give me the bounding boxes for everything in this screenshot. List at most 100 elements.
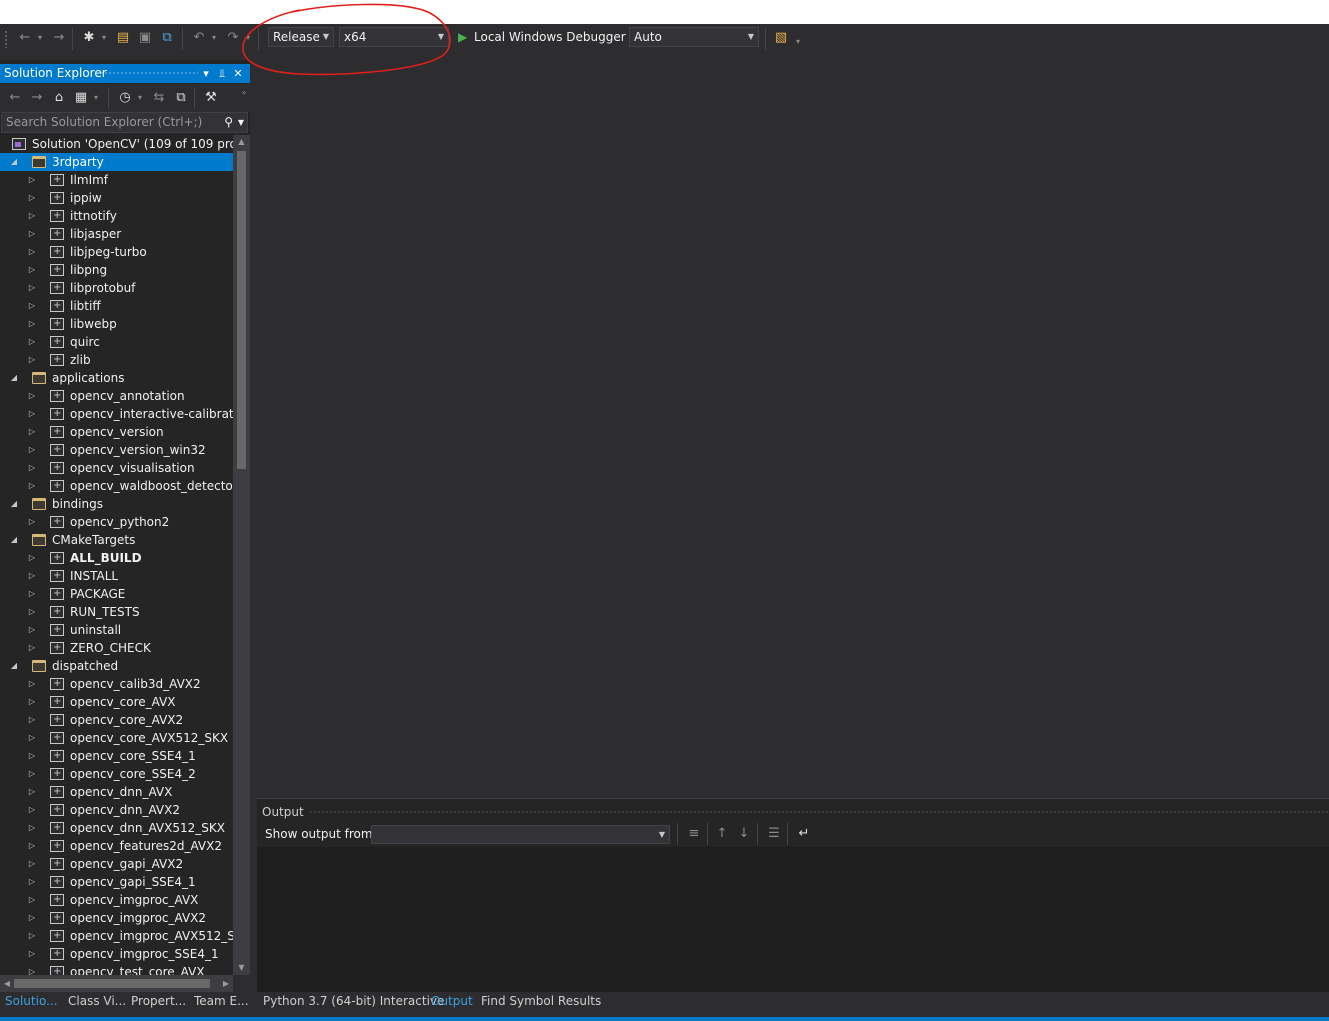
expand-arrow-icon[interactable]: ▷ (26, 855, 38, 873)
expand-arrow-icon[interactable]: ▷ (26, 261, 38, 279)
pin-icon[interactable]: ⫫ (215, 64, 229, 83)
expand-arrow-icon[interactable]: ▷ (26, 189, 38, 207)
save-icon[interactable]: ▣ (136, 29, 154, 47)
expand-arrow-icon[interactable]: ▷ (26, 711, 38, 729)
tab-output[interactable]: Output (426, 992, 478, 1012)
navigate-forward-icon[interactable]: → (50, 29, 68, 47)
solution-folder-row[interactable]: ◢ CMakeTargets (0, 531, 233, 549)
next-message-icon[interactable]: ↓ (735, 825, 753, 843)
expand-arrow-icon[interactable]: ▷ (26, 423, 38, 441)
collapse-arrow-icon[interactable]: ◢ (8, 531, 20, 549)
project-row[interactable]: ▷ opencv_core_AVX (0, 693, 233, 711)
project-row[interactable]: ▷ libwebp (0, 315, 233, 333)
switch-views-icon[interactable]: ▦ (72, 89, 90, 107)
solution-search-input[interactable]: Search Solution Explorer (Ctrl+;) ⚲ ▼ (1, 112, 248, 133)
expand-arrow-icon[interactable]: ▷ (26, 963, 38, 975)
project-row[interactable]: ▷ opencv_features2d_AVX2 (0, 837, 233, 855)
scroll-down-icon[interactable]: ▼ (233, 961, 250, 975)
project-row[interactable]: ▷ opencv_core_SSE4_1 (0, 747, 233, 765)
redo-icon[interactable]: ↷ (224, 29, 242, 47)
expand-arrow-icon[interactable]: ▷ (26, 819, 38, 837)
project-row[interactable]: ▷ opencv_core_AVX512_SKX (0, 729, 233, 747)
expand-arrow-icon[interactable]: ▷ (26, 225, 38, 243)
collapse-arrow-icon[interactable]: ◢ (8, 153, 20, 171)
toolbar-grip[interactable] (4, 30, 8, 48)
expand-arrow-icon[interactable]: ▷ (26, 765, 38, 783)
expand-arrow-icon[interactable]: ▷ (26, 747, 38, 765)
project-row[interactable]: ▷ quirc (0, 333, 233, 351)
solution-explorer-title-bar[interactable]: Solution Explorer ▾ ⫫ ✕ (0, 64, 250, 83)
new-project-icon[interactable]: ✱ (80, 29, 98, 47)
expand-arrow-icon[interactable]: ▷ (26, 837, 38, 855)
project-row[interactable]: ▷ opencv_gapi_SSE4_1 (0, 873, 233, 891)
expand-arrow-icon[interactable]: ▷ (26, 891, 38, 909)
expand-arrow-icon[interactable]: ▷ (26, 459, 38, 477)
collapse-arrow-icon[interactable]: ◢ (8, 369, 20, 387)
scrollbar-thumb[interactable] (14, 979, 210, 988)
expand-arrow-icon[interactable]: ▷ (26, 477, 38, 495)
project-row[interactable]: ▷ opencv_version_win32 (0, 441, 233, 459)
project-row[interactable]: ▷ opencv_imgproc_AVX2 (0, 909, 233, 927)
configuration-select[interactable]: Release ▼ (268, 27, 334, 47)
expand-arrow-icon[interactable]: ▷ (26, 603, 38, 621)
attach-mode-select[interactable]: Auto ▼ (629, 27, 759, 47)
expand-arrow-icon[interactable]: ▷ (26, 693, 38, 711)
window-position-icon[interactable]: ▾ (199, 64, 213, 83)
expand-arrow-icon[interactable]: ▷ (26, 621, 38, 639)
tab-find-symbol-results[interactable]: Find Symbol Results (476, 992, 606, 1012)
scroll-right-icon[interactable]: ▶ (219, 975, 233, 992)
project-row[interactable]: ▷ opencv_dnn_AVX512_SKX (0, 819, 233, 837)
project-row[interactable]: ▷ opencv_gapi_AVX2 (0, 855, 233, 873)
show-output-from-select[interactable]: ▼ (371, 825, 670, 844)
find-message-in-code-icon[interactable]: ≡ (685, 825, 703, 843)
tab-team-explorer[interactable]: Team E... (189, 992, 254, 1012)
expand-arrow-icon[interactable]: ▷ (26, 333, 38, 351)
expand-arrow-icon[interactable]: ▷ (26, 585, 38, 603)
platform-select[interactable]: x64 ▼ (339, 27, 449, 47)
navigate-back-icon[interactable]: ← (16, 29, 34, 47)
tab-class-view[interactable]: Class Vi... (63, 992, 131, 1012)
expand-arrow-icon[interactable]: ▷ (26, 171, 38, 189)
project-row[interactable]: ▷ IlmImf (0, 171, 233, 189)
clear-all-icon[interactable]: ☰ (765, 825, 783, 843)
collapse-all-icon[interactable]: ⧉ (172, 89, 190, 107)
toolbar-options-icon[interactable]: ▾ (794, 33, 802, 51)
expand-arrow-icon[interactable]: ▷ (26, 441, 38, 459)
expand-arrow-icon[interactable]: ▷ (26, 675, 38, 693)
expand-arrow-icon[interactable]: ▷ (26, 927, 38, 945)
expand-arrow-icon[interactable]: ▷ (26, 315, 38, 333)
expand-arrow-icon[interactable]: ▷ (26, 279, 38, 297)
undo-icon[interactable]: ↶ (190, 29, 208, 47)
solution-root-row[interactable]: Solution 'OpenCV' (109 of 109 projects (0, 135, 233, 153)
forward-icon[interactable]: → (28, 89, 46, 107)
project-row[interactable]: ▷ opencv_imgproc_SSE4_1 (0, 945, 233, 963)
project-row[interactable]: ▷ ippiw (0, 189, 233, 207)
project-row[interactable]: ▷ opencv_dnn_AVX (0, 783, 233, 801)
expand-arrow-icon[interactable]: ▷ (26, 207, 38, 225)
solution-folder-row[interactable]: ◢ bindings (0, 495, 233, 513)
expand-arrow-icon[interactable]: ▷ (26, 243, 38, 261)
project-row[interactable]: ▷ opencv_imgproc_AVX (0, 891, 233, 909)
expand-arrow-icon[interactable]: ▷ (26, 351, 38, 369)
scroll-up-icon[interactable]: ▲ (233, 135, 250, 149)
project-row[interactable]: ▷ libjasper (0, 225, 233, 243)
project-row[interactable]: ▷ libjpeg-turbo (0, 243, 233, 261)
tab-properties[interactable]: Propert... (126, 992, 191, 1012)
project-row[interactable]: ▷ ALL_BUILD (0, 549, 233, 567)
project-row[interactable]: ▷ uninstall (0, 621, 233, 639)
collapse-arrow-icon[interactable]: ◢ (8, 495, 20, 513)
project-row[interactable]: ▷ ittnotify (0, 207, 233, 225)
editor-area[interactable] (250, 60, 1329, 798)
redo-dropdown-icon[interactable]: ▾ (244, 29, 252, 47)
expand-arrow-icon[interactable]: ▷ (26, 783, 38, 801)
tab-solution-explorer[interactable]: Solutio... (0, 992, 63, 1012)
project-row[interactable]: ▷ opencv_version (0, 423, 233, 441)
switch-views-dropdown-icon[interactable]: ▾ (92, 89, 100, 107)
search-options-icon[interactable]: ▼ (238, 113, 244, 132)
project-row[interactable]: ▷ zlib (0, 351, 233, 369)
solution-folder-row[interactable]: ◢ 3rdparty (0, 153, 233, 171)
expand-arrow-icon[interactable]: ▷ (26, 567, 38, 585)
expand-arrow-icon[interactable]: ▷ (26, 549, 38, 567)
save-all-icon[interactable]: ⧉ (158, 29, 176, 47)
home-icon[interactable]: ⌂ (50, 89, 68, 107)
